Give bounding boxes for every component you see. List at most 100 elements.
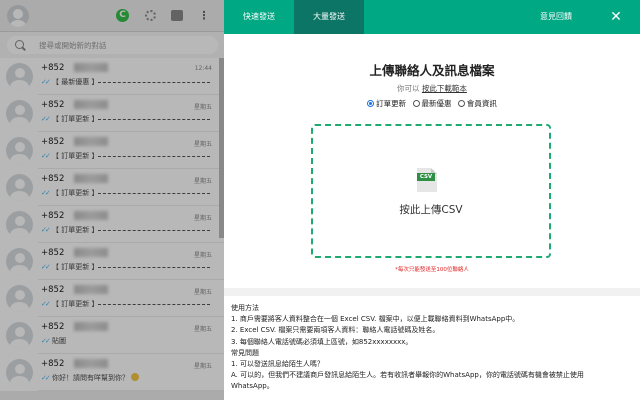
chat-sidebar: C ⋮ +85212:44✓✓【 最新優惠 】+852星期五✓✓【 訂單更新 】… bbox=[0, 0, 224, 400]
message-time: 星期五 bbox=[193, 104, 212, 111]
chat-list-item[interactable]: +852 星期五 ✓✓ 【 訂單更新 】 bbox=[0, 206, 224, 243]
tab-bulk-send[interactable]: 大量發送 bbox=[294, 0, 364, 34]
radio-label: 會員資訊 bbox=[466, 99, 497, 108]
redacted-number bbox=[74, 137, 108, 146]
radio-dot bbox=[412, 100, 420, 107]
redacted-number bbox=[74, 211, 108, 220]
chat-list-item[interactable]: +852 星期五 ✓✓ 【 訂單更新 】 bbox=[0, 243, 224, 280]
chat-list-item[interactable]: +852 星期五 ✓✓ 【 訂單更新 】 bbox=[0, 95, 224, 132]
message-preview-text: 【 訂單更新 】 bbox=[52, 226, 99, 234]
contact-avatar bbox=[6, 248, 33, 275]
download-template-row: 你可以 按此下載範本 bbox=[224, 83, 640, 94]
message-time: 星期五 bbox=[193, 215, 212, 222]
sidebar-header: C ⋮ bbox=[0, 0, 224, 32]
search-box bbox=[7, 36, 218, 54]
page-title: 上傳聯絡人及訊息檔案 bbox=[369, 63, 495, 78]
dashed-line bbox=[98, 119, 210, 120]
my-avatar[interactable] bbox=[7, 5, 29, 27]
chat-divider bbox=[38, 390, 224, 391]
message-time: 星期五 bbox=[193, 289, 212, 296]
panel-header: 快速發送 大量發送 意見回饋 ✕ bbox=[224, 0, 640, 34]
contact-name: +852 bbox=[41, 248, 65, 258]
redacted-number bbox=[74, 248, 108, 257]
download-prefix: 你可以 bbox=[397, 84, 420, 93]
contact-avatar bbox=[6, 63, 33, 90]
contact-name: +852 bbox=[41, 211, 65, 221]
double-check-icon: ✓✓ bbox=[41, 189, 51, 197]
instruction-line: 1. 商戶需要將客人資料整合在一個 Excel CSV. 檔案中，以便上載聯絡資… bbox=[231, 315, 520, 324]
redacted-number bbox=[74, 322, 108, 331]
feedback-link[interactable]: 意見回饋 bbox=[528, 0, 584, 34]
smile-emoji-icon bbox=[131, 373, 139, 381]
radio-dot bbox=[367, 100, 375, 107]
radio-latest-offers[interactable]: 最新優惠 bbox=[412, 98, 452, 109]
chat-list: +852 12:44 ✓✓ 【 最新優惠 】 +852 星期五 ✓✓ 【 訂單更新 】 +852… bbox=[0, 58, 224, 391]
contact-name: +852 bbox=[41, 137, 65, 147]
chat-list-item[interactable]: +852 星期五 ✓✓ 【 訂單更新 】 bbox=[0, 132, 224, 169]
instruction-line: WhatsApp。 bbox=[231, 382, 274, 391]
contact-avatar bbox=[6, 174, 33, 201]
message-preview: 【 最新優惠 】 bbox=[52, 77, 98, 87]
message-preview-text: 【 訂單更新 】 bbox=[52, 152, 99, 160]
redacted-number bbox=[74, 359, 108, 368]
message-time: 星期五 bbox=[193, 141, 212, 148]
redacted-number bbox=[74, 174, 108, 183]
instructions: 使用方法 1. 商戶需要將客人資料整合在一個 Excel CSV. 檔案中，以便… bbox=[231, 303, 631, 393]
double-check-icon: ✓✓ bbox=[41, 263, 51, 271]
message-time: 星期五 bbox=[193, 326, 212, 333]
radio-label: 最新優惠 bbox=[421, 99, 452, 108]
message-preview-text: 貼圖 bbox=[52, 337, 66, 345]
message-preview-text: 你好！請問有咩幫到你？ bbox=[52, 374, 129, 382]
dashed-line bbox=[98, 304, 210, 305]
csv-tag: CSV bbox=[417, 173, 435, 181]
radio-order-update[interactable]: 訂單更新 bbox=[367, 98, 406, 109]
instruction-line: 使用方法 bbox=[231, 304, 259, 312]
chat-list-item[interactable]: +852 12:44 ✓✓ 【 最新優惠 】 bbox=[0, 58, 224, 95]
contact-avatar bbox=[6, 359, 33, 386]
double-check-icon: ✓✓ bbox=[41, 374, 51, 382]
tab-quick-send[interactable]: 快速發送 bbox=[224, 0, 294, 34]
instruction-line: 3. 每個聯絡人電話號碼必須填上區號，如852xxxxxxxx。 bbox=[231, 337, 413, 346]
message-preview: 你好！請問有咩幫到你？ bbox=[52, 373, 139, 383]
contact-avatar bbox=[6, 322, 33, 349]
message-preview-text: 【 最新優惠 】 bbox=[52, 78, 99, 86]
radio-label: 訂單更新 bbox=[376, 99, 407, 108]
message-time: 12:44 bbox=[194, 65, 212, 72]
message-preview: 貼圖 bbox=[52, 336, 66, 346]
instruction-line: 2. Excel CSV. 檔案只需要兩項客人資料：聯絡人電話號碼及姓名。 bbox=[231, 326, 440, 335]
instruction-line: 常見問題 bbox=[231, 348, 259, 357]
search-input[interactable] bbox=[39, 36, 209, 54]
chat-list-item[interactable]: +852 星期五 ✓✓ 【 訂單更新 】 bbox=[0, 169, 224, 206]
chat-list-item[interactable]: +852 星期五 ✓✓ 【 訂單更新 】 bbox=[0, 280, 224, 317]
double-check-icon: ✓✓ bbox=[41, 300, 51, 308]
contact-name: +852 bbox=[41, 322, 65, 332]
dashed-line bbox=[98, 230, 210, 231]
contact-name: +852 bbox=[41, 359, 65, 369]
csv-upload-dropzone[interactable]: CSV 按此上傳CSV bbox=[311, 124, 551, 258]
status-icon[interactable] bbox=[145, 10, 156, 21]
instruction-line: A. 可以的，但我們不建議商戶發訊息給陌生人。若有收訊者舉報你的WhatsApp… bbox=[231, 371, 584, 380]
search-icon[interactable] bbox=[15, 40, 24, 49]
close-icon[interactable]: ✕ bbox=[608, 9, 624, 25]
message-preview: 【 訂單更新 】 bbox=[52, 225, 98, 235]
radio-member-info[interactable]: 會員資訊 bbox=[457, 98, 497, 109]
dashed-line bbox=[98, 267, 210, 268]
message-preview: 【 訂單更新 】 bbox=[52, 114, 98, 124]
extension-icon[interactable]: C bbox=[116, 9, 129, 22]
message-preview: 【 訂單更新 】 bbox=[52, 151, 98, 161]
menu-icon[interactable]: ⋮ bbox=[197, 9, 211, 23]
new-chat-icon[interactable] bbox=[171, 10, 183, 21]
redacted-number bbox=[74, 285, 108, 294]
download-template-link[interactable]: 按此下載範本 bbox=[422, 84, 467, 93]
bulk-send-panel: 快速發送 大量發送 意見回饋 ✕ 上傳聯絡人及訊息檔案 你可以 按此下載範本 訂… bbox=[224, 0, 640, 400]
chat-list-item[interactable]: +852 星期五 ✓✓ 你好！請問有咩幫到你？ bbox=[0, 354, 224, 391]
message-preview-text: 【 訂單更新 】 bbox=[52, 189, 99, 197]
dashed-line bbox=[98, 156, 210, 157]
chat-list-item[interactable]: +852 星期五 ✓✓ 貼圖 bbox=[0, 317, 224, 354]
section-divider bbox=[224, 288, 640, 296]
redacted-number bbox=[74, 100, 108, 109]
contact-avatar bbox=[6, 100, 33, 127]
message-preview: 【 訂單更新 】 bbox=[52, 299, 98, 309]
contact-name: +852 bbox=[41, 100, 65, 110]
redacted-number bbox=[74, 63, 108, 72]
